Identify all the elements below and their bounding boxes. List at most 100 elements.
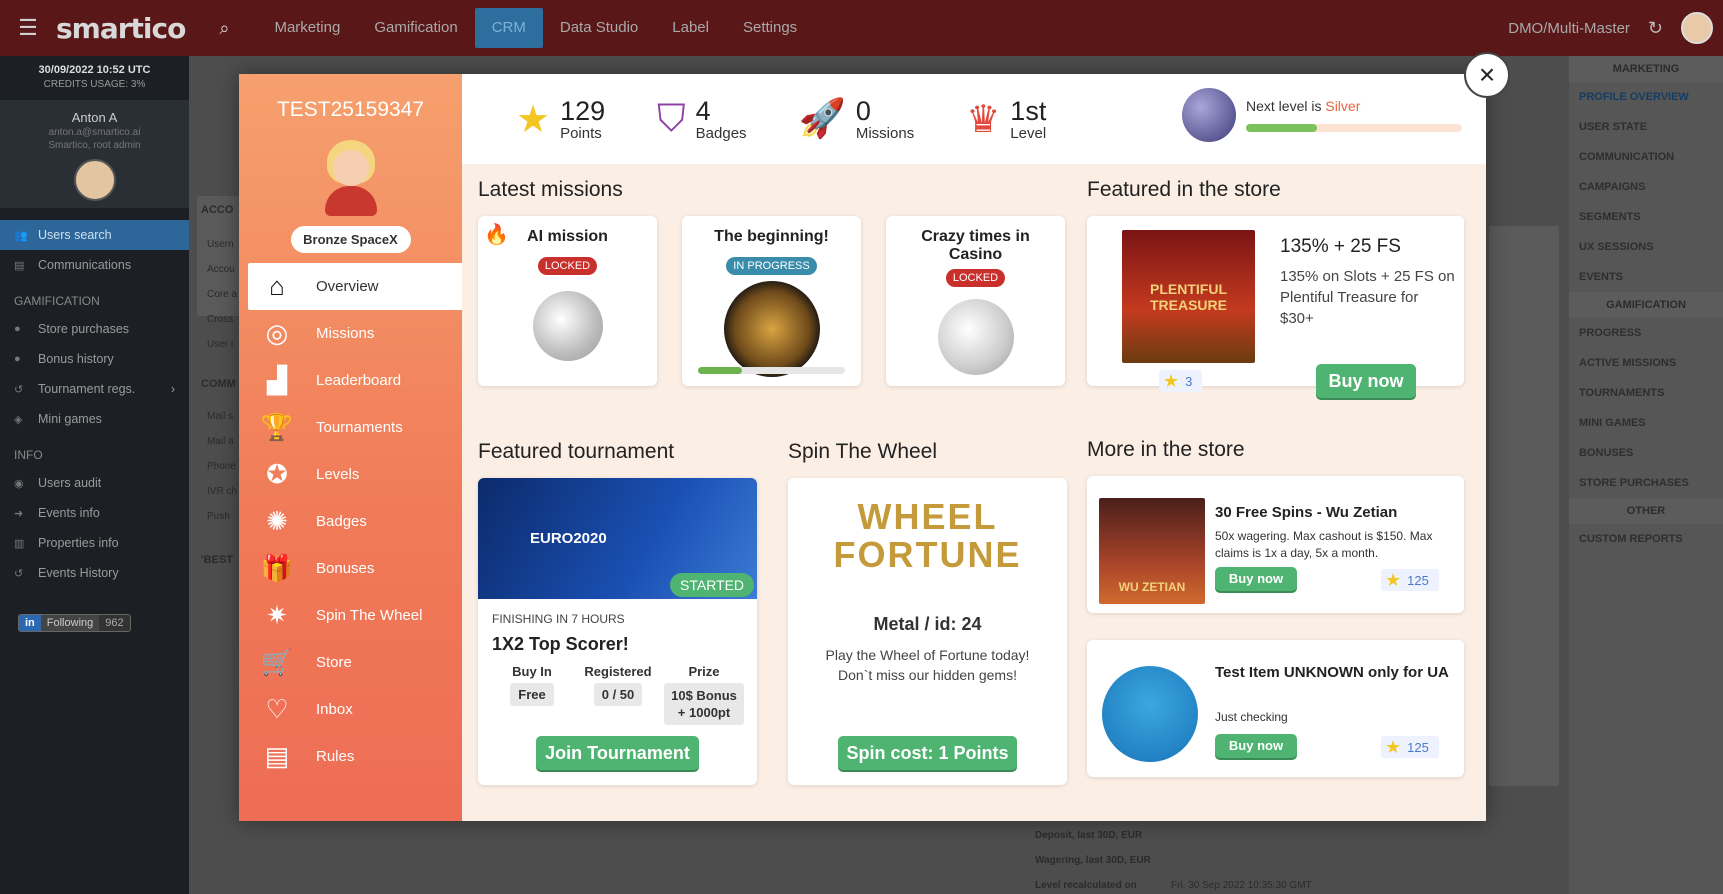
star-icon: ★ [516, 98, 551, 141]
rb-events[interactable]: EVENTS [1569, 262, 1723, 292]
mission-card[interactable]: Crazy times in Casino LOCKED [886, 216, 1065, 386]
menu-spin-the-wheel[interactable]: ✷ Spin The Wheel [248, 592, 462, 639]
refresh-icon[interactable]: ↻ [1648, 18, 1663, 39]
sign-in-icon: ➜ [14, 507, 24, 520]
rb-segments[interactable]: SEGMENTS [1569, 202, 1723, 232]
rb-ux-sessions[interactable]: UX SESSIONS [1569, 232, 1723, 262]
store-item-card: WU ZETIAN 30 Free Spins - Wu Zetian 50x … [1087, 476, 1464, 613]
rb-tournaments[interactable]: TOURNAMENTS [1569, 378, 1723, 408]
sidebar-item-events-history[interactable]: ↺ Events History [0, 558, 189, 588]
sidebar-item-label: Communications [38, 258, 132, 272]
other-heading: OTHER [1569, 498, 1723, 524]
status-badge: LOCKED [945, 269, 1006, 287]
row-label: Usern [207, 239, 234, 250]
rb-user-state[interactable]: USER STATE [1569, 112, 1723, 142]
target-icon: ◎ [265, 318, 289, 348]
rb-active-missions[interactable]: ACTIVE MISSIONS [1569, 348, 1723, 378]
store-item-title: 135% + 25 FS [1280, 236, 1401, 257]
badge-icon: ● [14, 323, 21, 335]
featured-store-card: PLENTIFUL TREASURE ★ 3 135% + 25 FS 135% … [1087, 216, 1464, 398]
sidebar-item-mini-games[interactable]: ◈ Mini games [0, 404, 189, 434]
menu-inbox[interactable]: ♡ Inbox [248, 686, 462, 733]
sidebar-item-events-info[interactable]: ➜ Events info [0, 498, 189, 528]
menu-rules[interactable]: ▤ Rules [248, 733, 462, 780]
menu-missions[interactable]: ◎ Missions [248, 310, 462, 357]
linkedin-follow-button[interactable]: in Following 962 [18, 614, 131, 632]
menu-label: Levels [316, 466, 360, 483]
trophy-icon: 🏆 [260, 412, 294, 442]
follow-label: Following [40, 615, 100, 631]
row-label: Push [207, 511, 230, 522]
mission-card[interactable]: 🔥 AI mission LOCKED [478, 216, 657, 386]
sidebar-item-store-purchases[interactable]: ● Store purchases [0, 314, 189, 344]
nav-label[interactable]: Label [655, 8, 726, 48]
buy-now-button[interactable]: Buy now [1316, 364, 1416, 398]
nav-data-studio[interactable]: Data Studio [543, 8, 655, 48]
rb-progress[interactable]: PROGRESS [1569, 318, 1723, 348]
bars-icon: ▥ [14, 537, 25, 550]
menu-store[interactable]: 🛒 Store [248, 639, 462, 686]
rb-campaigns[interactable]: CAMPAIGNS [1569, 172, 1723, 202]
communication-rows: Mail s Mail a Phone IVR ch Push [207, 404, 237, 529]
rb-profile-overview[interactable]: PROFILE OVERVIEW [1569, 82, 1723, 112]
menu-label: Store [316, 654, 352, 671]
top-bar: ☰ smartico ⌕ Marketing Gamification CRM … [0, 0, 1723, 56]
nav-settings[interactable]: Settings [726, 8, 814, 48]
history-icon: ↺ [14, 383, 24, 396]
shield-icon: ⛉ [657, 97, 686, 140]
buy-now-button[interactable]: Buy now [1215, 734, 1297, 758]
nav-crm[interactable]: CRM [474, 8, 543, 48]
sidebar-item-properties-info[interactable]: ▥ Properties info [0, 528, 189, 558]
close-modal-button[interactable]: × [1464, 52, 1510, 98]
row-label: Core a [207, 289, 238, 300]
sidebar-item-communications[interactable]: ▤ Communications [0, 250, 189, 280]
next-level-name: Silver [1325, 98, 1361, 114]
menu-levels[interactable]: ✪ Levels [248, 451, 462, 498]
sidebar-item-users-search[interactable]: 👥 Users search [0, 220, 189, 250]
history-icon: ↺ [14, 567, 24, 580]
menu-bonuses[interactable]: 🎁 Bonuses [248, 545, 462, 592]
row-label: Mail s [207, 411, 234, 422]
buy-now-button[interactable]: Buy now [1215, 567, 1297, 591]
spin-cost-button[interactable]: Spin cost: 1 Points [838, 736, 1017, 770]
environment-selector[interactable]: DMO/Multi-Master [1508, 20, 1630, 37]
rb-store-purchases[interactable]: STORE PURCHASES [1569, 468, 1723, 498]
right-panel-background [1489, 226, 1559, 786]
document-icon: ▤ [264, 741, 290, 771]
menu-badges[interactable]: ✺ Badges [248, 498, 462, 545]
mission-card[interactable]: The beginning! IN PROGRESS [682, 216, 861, 386]
menu-tournaments[interactable]: 🏆 Tournaments [248, 404, 462, 451]
mission-progress [698, 367, 845, 374]
sidebar-item-tournament-regs[interactable]: ↺ Tournament regs. › [0, 374, 189, 404]
next-level-progress [1246, 124, 1462, 132]
rb-custom-reports[interactable]: CUSTOM REPORTS [1569, 524, 1723, 554]
join-tournament-button[interactable]: Join Tournament [536, 736, 699, 770]
next-level-prefix: Next level is [1246, 98, 1326, 114]
spiral-icon [532, 291, 603, 361]
moon-icon [937, 299, 1014, 375]
price-chip: ★ 3 [1159, 370, 1203, 392]
user-panel: Anton A anton.a@smartico.ai Smartico, ro… [0, 100, 189, 208]
nav-gamification[interactable]: Gamification [357, 8, 474, 48]
menu-overview[interactable]: ⌂ Overview [248, 263, 462, 310]
crown-icon: ♛ [966, 98, 1001, 141]
rb-mini-games[interactable]: MINI GAMES [1569, 408, 1723, 438]
player-modal: TEST25159347 Bronze SpaceX ⌂ Overview ◎ Mi… [239, 74, 1486, 821]
status-badge: IN PROGRESS [726, 257, 817, 275]
rb-communication[interactable]: COMMUNICATION [1569, 142, 1723, 172]
nav-marketing[interactable]: Marketing [257, 8, 357, 48]
menu-icon[interactable]: ☰ [0, 15, 56, 41]
player-id: TEST25159347 [276, 98, 425, 121]
row-label: Cross [207, 314, 234, 325]
menu-leaderboard[interactable]: ▟ Leaderboard [248, 357, 462, 404]
player-avatar [319, 140, 383, 216]
user-avatar[interactable] [1681, 12, 1713, 44]
sidebar-item-users-audit[interactable]: ◉ Users audit [0, 468, 189, 498]
search-icon[interactable]: ⌕ [219, 18, 229, 39]
store-item-desc: 50x wagering. Max cashout is $150. Max c… [1215, 529, 1433, 560]
rb-bonuses[interactable]: BONUSES [1569, 438, 1723, 468]
sidebar-item-bonus-history[interactable]: ● Bonus history [0, 344, 189, 374]
app-logo[interactable]: smartico [56, 12, 186, 45]
marketing-heading: MARKETING [1569, 56, 1723, 82]
credits-usage: CREDITS USAGE: 3% [43, 79, 146, 90]
